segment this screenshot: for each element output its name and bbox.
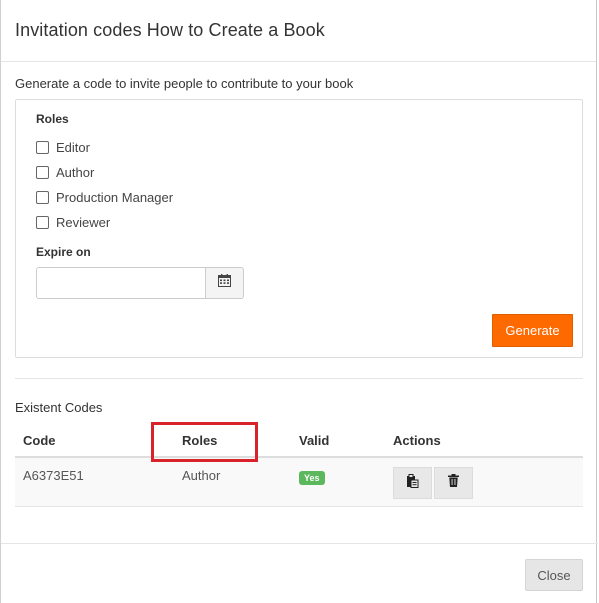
role-option-production-manager[interactable]: Production Manager xyxy=(36,188,173,206)
reviewer-checkbox[interactable] xyxy=(36,215,49,229)
valid-badge: Yes xyxy=(299,471,325,485)
calendar-icon xyxy=(218,274,231,292)
calendar-button[interactable] xyxy=(206,267,244,299)
role-option-label: Production Manager xyxy=(56,189,174,205)
author-checkbox[interactable] xyxy=(36,165,49,179)
generate-button[interactable]: Generate xyxy=(492,314,573,347)
trash-icon xyxy=(448,474,459,492)
expire-date-input[interactable] xyxy=(36,267,206,299)
editor-checkbox[interactable] xyxy=(36,140,49,154)
expire-label: Expire on xyxy=(36,245,91,259)
roles-cell: Author xyxy=(182,468,221,483)
existent-codes-label: Existent Codes xyxy=(15,400,103,415)
role-option-label: Reviewer xyxy=(56,214,111,230)
dialog-title: Invitation codes How to Create a Book xyxy=(15,20,325,40)
table-row: A6373E51 Author Yes xyxy=(15,458,583,507)
copy-code-button[interactable] xyxy=(393,467,432,499)
codes-table: Code Roles Valid Actions A6373E51 Author… xyxy=(15,425,583,507)
column-header-valid: Valid xyxy=(299,433,330,448)
roles-column-highlight xyxy=(151,422,258,462)
table-header: Code Roles Valid Actions xyxy=(15,425,583,458)
role-option-author[interactable]: Author xyxy=(36,163,94,181)
code-cell: A6373E51 xyxy=(23,468,84,483)
column-header-actions: Actions xyxy=(393,433,441,448)
role-option-label: Editor xyxy=(56,139,90,155)
intro-text: Generate a code to invite people to cont… xyxy=(15,76,354,91)
role-option-label: Author xyxy=(56,164,95,180)
delete-code-button[interactable] xyxy=(434,467,473,499)
generate-code-panel: Roles Editor Author Production Manager R… xyxy=(15,99,583,358)
footer-divider xyxy=(1,543,598,544)
roles-label: Roles xyxy=(36,112,69,126)
close-button[interactable]: Close xyxy=(525,559,583,591)
clipboard-icon xyxy=(406,473,419,493)
expire-date-picker xyxy=(36,267,244,299)
section-divider xyxy=(15,378,583,379)
invitation-codes-dialog: Invitation codes How to Create a Book Ge… xyxy=(0,0,598,603)
dialog-header: Invitation codes How to Create a Book xyxy=(1,0,596,62)
role-option-reviewer[interactable]: Reviewer xyxy=(36,213,110,231)
column-header-code: Code xyxy=(23,433,56,448)
production-manager-checkbox[interactable] xyxy=(36,190,49,204)
role-option-editor[interactable]: Editor xyxy=(36,138,90,156)
